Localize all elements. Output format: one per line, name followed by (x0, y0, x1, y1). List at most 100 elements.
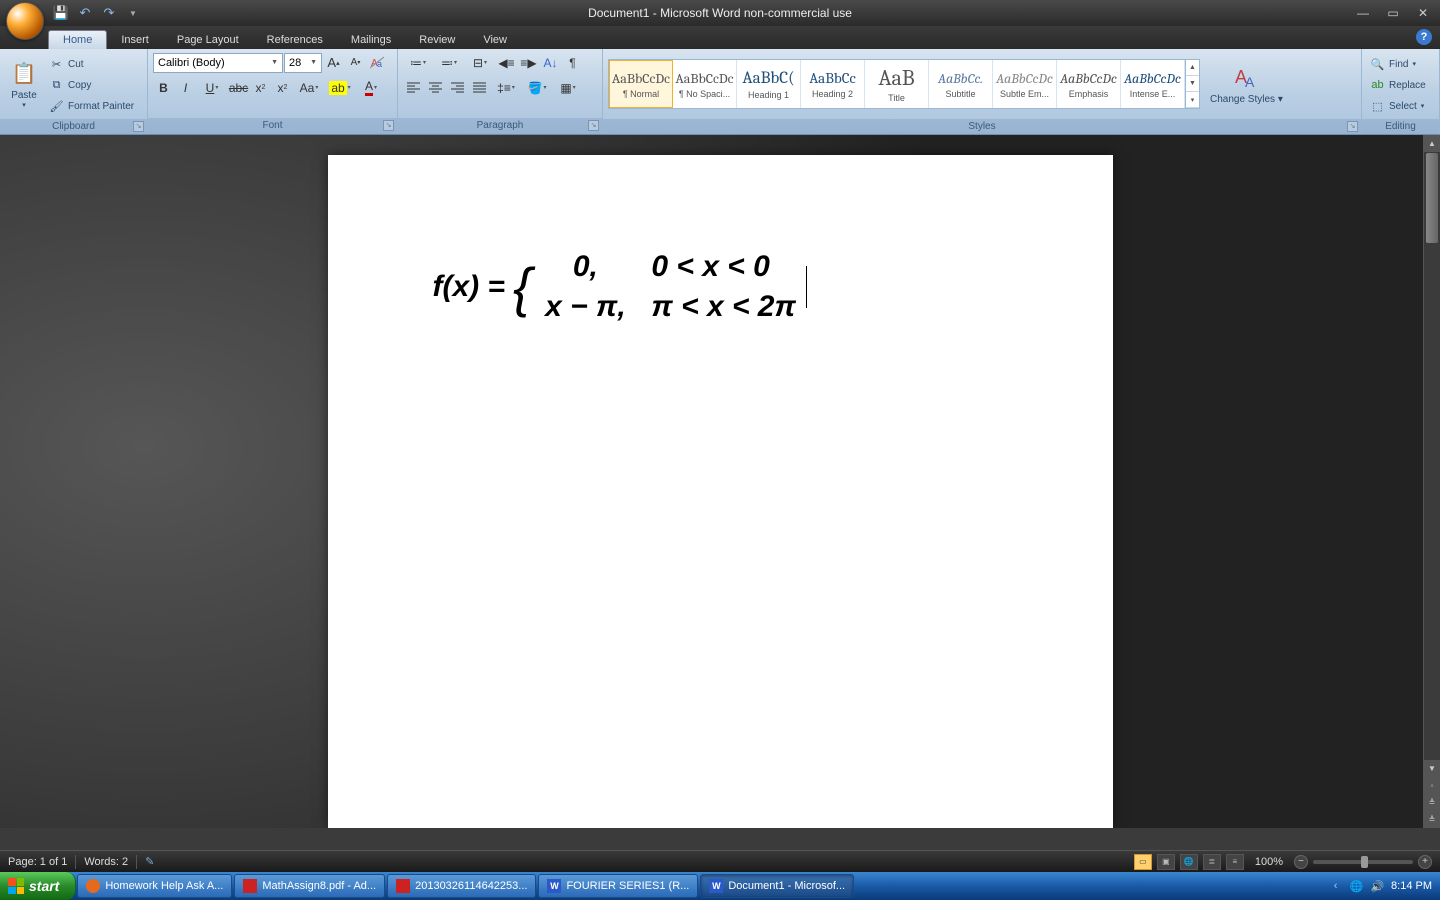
style-heading-1[interactable]: AaBbC(Heading 1 (737, 60, 801, 108)
font-name-combo[interactable]: Calibri (Body)▼ (153, 53, 283, 73)
clipboard-launcher[interactable]: ↘ (133, 121, 144, 132)
style-title[interactable]: AaBTitle (865, 60, 929, 108)
decrease-indent-button[interactable]: ◀≡ (496, 52, 517, 73)
save-icon[interactable]: 💾 (52, 4, 70, 22)
browse-prev-button[interactable]: ≜ (1424, 794, 1440, 811)
style-heading-2[interactable]: AaBbCcHeading 2 (801, 60, 865, 108)
taskbar-item-word-2[interactable]: WDocument1 - Microsof... (700, 874, 854, 898)
status-page[interactable]: Page: 1 of 1 (8, 856, 67, 868)
taskbar-item-firefox[interactable]: Homework Help Ask A... (77, 874, 232, 898)
align-center-button[interactable] (425, 77, 446, 98)
font-color-button[interactable]: A▾ (356, 77, 386, 98)
redo-icon[interactable]: ↷ (100, 4, 118, 22)
view-outline[interactable]: ≣ (1203, 854, 1221, 870)
style-subtle-emphasis[interactable]: AaBbCcDcSubtle Em... (993, 60, 1057, 108)
zoom-slider[interactable] (1313, 860, 1413, 864)
tab-home[interactable]: Home (48, 30, 107, 49)
tray-clock[interactable]: 8:14 PM (1391, 880, 1432, 892)
font-launcher[interactable]: ↘ (383, 120, 394, 131)
taskbar-item-word-1[interactable]: WFOURIER SERIES1 (R... (538, 874, 698, 898)
tab-view[interactable]: View (469, 31, 521, 49)
shrink-font-button[interactable]: A▾ (345, 52, 366, 73)
view-draft[interactable]: ≡ (1226, 854, 1244, 870)
zoom-level[interactable]: 100% (1255, 856, 1283, 868)
scroll-down-button[interactable]: ▼ (1424, 760, 1440, 777)
superscript-button[interactable]: x2 (272, 77, 293, 98)
tray-expand-icon[interactable]: ‹ (1328, 879, 1343, 894)
justify-button[interactable] (469, 77, 490, 98)
scroll-up-button[interactable]: ▲ (1424, 135, 1440, 152)
browse-next-button[interactable]: ≜ (1424, 811, 1440, 828)
shading-button[interactable]: 🪣▾ (522, 77, 552, 98)
zoom-in-button[interactable]: + (1418, 855, 1432, 869)
tab-review[interactable]: Review (405, 31, 469, 49)
office-button[interactable] (6, 2, 44, 40)
undo-icon[interactable]: ↶ (76, 4, 94, 22)
clear-formatting-button[interactable]: Aa (367, 52, 388, 73)
find-button[interactable]: 🔍Find ▾ (1367, 54, 1429, 74)
status-proofing-icon[interactable]: ✎ (145, 855, 154, 868)
paragraph-launcher[interactable]: ↘ (588, 120, 599, 131)
style-no-spacing[interactable]: AaBbCcDc¶ No Spaci... (673, 60, 737, 108)
zoom-slider-knob[interactable] (1361, 856, 1368, 868)
tab-page-layout[interactable]: Page Layout (163, 31, 253, 49)
vertical-scrollbar[interactable]: ▲ ▼ ◦ ≜ ≜ (1423, 135, 1440, 828)
help-icon[interactable]: ? (1416, 29, 1432, 45)
tray-network-icon[interactable]: 🌐 (1349, 879, 1364, 894)
scroll-thumb[interactable] (1426, 153, 1438, 243)
status-words[interactable]: Words: 2 (84, 856, 128, 868)
strikethrough-button[interactable]: abc (228, 77, 249, 98)
sort-button[interactable]: A↓ (540, 52, 561, 73)
style-intense-emphasis[interactable]: AaBbCcDcIntense E... (1121, 60, 1185, 108)
subscript-button[interactable]: x2 (250, 77, 271, 98)
style-emphasis[interactable]: AaBbCcDcEmphasis (1057, 60, 1121, 108)
taskbar-item-pdf-1[interactable]: MathAssign8.pdf - Ad... (234, 874, 385, 898)
maximize-button[interactable]: ▭ (1382, 5, 1404, 21)
tab-mailings[interactable]: Mailings (337, 31, 405, 49)
view-web-layout[interactable]: 🌐 (1180, 854, 1198, 870)
copy-button[interactable]: ⧉Copy (46, 75, 137, 95)
increase-indent-button[interactable]: ≡▶ (518, 52, 539, 73)
style-scroll-up[interactable]: ▲ (1186, 60, 1199, 76)
start-button[interactable]: start (0, 872, 76, 900)
replace-icon: ab (1370, 78, 1385, 93)
underline-button[interactable]: U▾ (197, 77, 227, 98)
align-right-button[interactable] (447, 77, 468, 98)
highlight-button[interactable]: ab▾ (325, 77, 355, 98)
styles-launcher[interactable]: ↘ (1347, 121, 1358, 132)
qat-customize-icon[interactable]: ▼ (124, 4, 142, 22)
select-button[interactable]: ⬚Select ▾ (1367, 96, 1429, 116)
font-size-combo[interactable]: 28▼ (284, 53, 322, 73)
bold-button[interactable]: B (153, 77, 174, 98)
numbering-button[interactable]: ≕▾ (434, 52, 464, 73)
replace-button[interactable]: abReplace (1367, 75, 1429, 95)
grow-font-button[interactable]: A▴ (323, 52, 344, 73)
document-page[interactable]: f(x) = { 0, 0 < x < 0 x − π, π < x < 2π (328, 155, 1113, 828)
align-left-button[interactable] (403, 77, 424, 98)
tray-volume-icon[interactable]: 🔊 (1370, 879, 1385, 894)
italic-button[interactable]: I (175, 77, 196, 98)
view-full-screen[interactable]: ▣ (1157, 854, 1175, 870)
style-normal[interactable]: AaBbCcDc¶ Normal (609, 60, 673, 108)
browse-object-select[interactable]: ◦ (1424, 777, 1440, 794)
change-case-button[interactable]: Aa▾ (294, 77, 324, 98)
view-print-layout[interactable]: ▭ (1134, 854, 1152, 870)
paste-button[interactable]: 📋 Paste ▾ (5, 52, 43, 116)
borders-button[interactable]: ▦▾ (553, 77, 583, 98)
change-styles-button[interactable]: AA Change Styles ▾ (1206, 52, 1287, 116)
close-button[interactable]: ✕ (1412, 5, 1434, 21)
taskbar-item-pdf-2[interactable]: 20130326114642253... (387, 874, 536, 898)
show-marks-button[interactable]: ¶ (562, 52, 583, 73)
bullets-button[interactable]: ≔▾ (403, 52, 433, 73)
style-expand[interactable]: ▾ (1186, 92, 1199, 108)
tab-insert[interactable]: Insert (107, 31, 163, 49)
format-painter-button[interactable]: 🖌Format Painter (46, 96, 137, 116)
style-scroll-down[interactable]: ▼ (1186, 76, 1199, 92)
style-subtitle[interactable]: AaBbCc.Subtitle (929, 60, 993, 108)
line-spacing-button[interactable]: ‡≡▾ (491, 77, 521, 98)
multilevel-list-button[interactable]: ⊟▾ (465, 52, 495, 73)
cut-button[interactable]: ✂Cut (46, 54, 137, 74)
minimize-button[interactable]: — (1352, 5, 1374, 21)
zoom-out-button[interactable]: − (1294, 855, 1308, 869)
tab-references[interactable]: References (253, 31, 337, 49)
